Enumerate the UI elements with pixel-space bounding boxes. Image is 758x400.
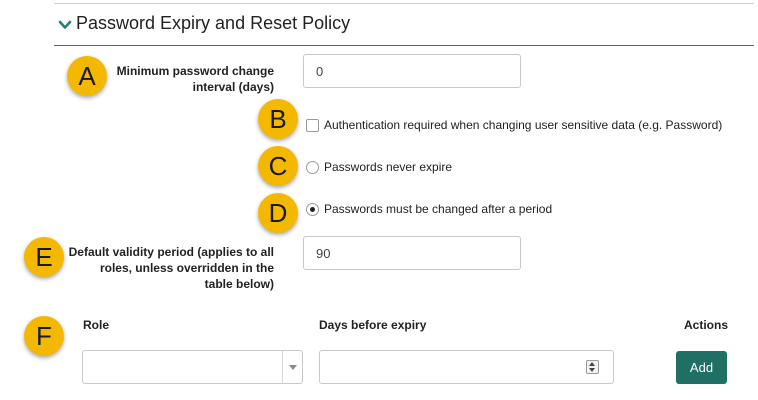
days-column-header: Days before expiry xyxy=(319,318,427,332)
spinner-down-icon[interactable] xyxy=(589,368,595,372)
top-divider xyxy=(54,3,754,4)
days-before-expiry-input[interactable] xyxy=(319,350,614,384)
validity-label-line2: roles, unless overridden in the xyxy=(99,261,274,275)
min-interval-label: Minimum password change interval (days) xyxy=(90,63,274,95)
validity-label-line1: Default validity period (applies to all xyxy=(68,245,274,259)
annotation-badge-d: D xyxy=(258,193,298,233)
must-change-radio[interactable] xyxy=(306,203,319,216)
validity-label-line3: table below) xyxy=(204,277,274,291)
spinner-up-icon[interactable] xyxy=(589,362,595,366)
chevron-down-icon[interactable] xyxy=(58,18,72,32)
must-change-label: Passwords must be changed after a period xyxy=(324,202,553,216)
annotation-badge-e: E xyxy=(24,237,64,277)
validity-label: Default validity period (applies to all … xyxy=(64,244,274,292)
add-button[interactable]: Add xyxy=(676,351,727,384)
annotation-badge-b: B xyxy=(258,99,298,139)
auth-required-checkbox[interactable] xyxy=(306,119,319,132)
min-interval-label-line1: Minimum password change xyxy=(116,64,274,78)
never-expire-radio[interactable] xyxy=(306,161,319,174)
actions-column-header: Actions xyxy=(684,318,729,332)
role-column-header: Role xyxy=(83,318,110,332)
password-policy-page: Password Expiry and Reset Policy A Minim… xyxy=(0,0,758,400)
auth-required-label: Authentication required when changing us… xyxy=(324,118,723,132)
annotation-badge-f: F xyxy=(24,316,64,356)
min-interval-input[interactable] xyxy=(303,54,521,88)
spinner-icon[interactable] xyxy=(586,360,599,374)
validity-input[interactable] xyxy=(303,236,521,270)
dropdown-arrow-icon[interactable] xyxy=(282,351,302,383)
never-expire-label: Passwords never expire xyxy=(324,160,453,174)
role-select[interactable] xyxy=(82,350,303,384)
min-interval-label-line2: interval (days) xyxy=(192,80,274,94)
annotation-badge-c: C xyxy=(258,146,298,186)
section-title: Password Expiry and Reset Policy xyxy=(76,13,351,33)
section-header[interactable]: Password Expiry and Reset Policy xyxy=(54,11,754,46)
